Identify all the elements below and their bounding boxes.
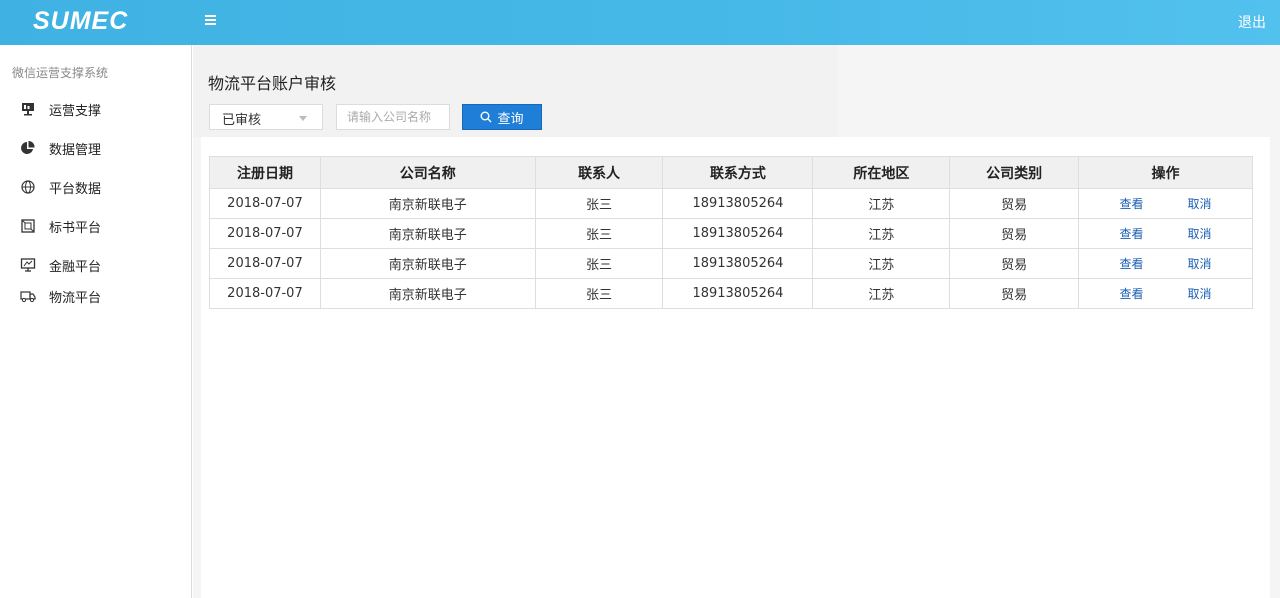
column-header: 所在地区 bbox=[812, 156, 951, 189]
sidebar-item-label: 物流平台 bbox=[49, 290, 102, 306]
column-header: 操作 bbox=[1078, 156, 1253, 189]
cell-phone: 18913805264 bbox=[662, 218, 814, 249]
cancel-link[interactable]: 取消 bbox=[1188, 255, 1212, 272]
hamburger-menu-icon[interactable] bbox=[205, 13, 217, 27]
cell-contact: 张三 bbox=[534, 218, 664, 249]
cell-region: 江苏 bbox=[812, 188, 951, 219]
sidebar-item-label: 平台数据 bbox=[49, 181, 102, 197]
view-link[interactable]: 查看 bbox=[1120, 285, 1144, 302]
table-header-row: 注册日期 公司名称 联系人 联系方式 所在地区 公司类别 操作 bbox=[209, 156, 1253, 189]
cell-actions: 查看 取消 bbox=[1078, 218, 1253, 249]
column-header: 联系方式 bbox=[662, 156, 814, 189]
cell-category: 贸易 bbox=[949, 278, 1080, 309]
cell-contact: 张三 bbox=[534, 278, 664, 309]
cell-contact: 张三 bbox=[534, 188, 664, 219]
table-row: 2018-07-07 南京新联电子 张三 18913805264 江苏 贸易 查… bbox=[209, 218, 1253, 249]
table-row: 2018-07-07 南京新联电子 张三 18913805264 江苏 贸易 查… bbox=[209, 188, 1253, 219]
query-button-label: 查询 bbox=[497, 111, 524, 127]
cell-region: 江苏 bbox=[812, 278, 951, 309]
logout-button[interactable]: 退出 bbox=[1238, 12, 1266, 32]
cell-region: 江苏 bbox=[812, 248, 951, 279]
sumec-logo: SUMEC bbox=[33, 7, 129, 35]
cell-company: 南京新联电子 bbox=[319, 248, 536, 279]
frame-icon bbox=[20, 218, 36, 234]
sidebar-item-logistics-platform[interactable]: 物流平台 bbox=[20, 286, 101, 306]
sidebar-item-tender-platform[interactable]: 标书平台 bbox=[20, 216, 101, 236]
table-row: 2018-07-07 南京新联电子 张三 18913805264 江苏 贸易 查… bbox=[209, 248, 1253, 279]
pie-chart-icon bbox=[20, 140, 36, 156]
sidebar-item-label: 运营支撑 bbox=[49, 103, 102, 119]
cell-phone: 18913805264 bbox=[662, 188, 814, 219]
cell-region: 江苏 bbox=[812, 218, 951, 249]
view-link[interactable]: 查看 bbox=[1120, 225, 1144, 242]
company-name-input[interactable] bbox=[336, 104, 450, 130]
accounts-table: 注册日期 公司名称 联系人 联系方式 所在地区 公司类别 操作 2018-07-… bbox=[209, 156, 1253, 309]
chevron-down-icon bbox=[299, 116, 307, 121]
cell-actions: 查看 取消 bbox=[1078, 248, 1253, 279]
view-link[interactable]: 查看 bbox=[1120, 255, 1144, 272]
view-link[interactable]: 查看 bbox=[1120, 195, 1144, 212]
query-button[interactable]: 查询 bbox=[462, 104, 542, 130]
status-select[interactable]: 已审核 bbox=[209, 104, 323, 130]
cell-date: 2018-07-07 bbox=[209, 218, 321, 249]
sidebar-item-operations[interactable]: 运营支撑 bbox=[20, 99, 101, 119]
status-select-value: 已审核 bbox=[222, 113, 262, 128]
cell-contact: 张三 bbox=[534, 248, 664, 279]
column-header: 联系人 bbox=[534, 156, 664, 189]
cell-phone: 18913805264 bbox=[662, 278, 814, 309]
sidebar-item-data-management[interactable]: 数据管理 bbox=[20, 138, 101, 158]
sidebar-item-label: 数据管理 bbox=[49, 142, 102, 158]
sidebar-item-label: 标书平台 bbox=[49, 220, 102, 236]
cell-category: 贸易 bbox=[949, 248, 1080, 279]
cell-date: 2018-07-07 bbox=[209, 278, 321, 309]
cell-company: 南京新联电子 bbox=[319, 188, 536, 219]
truck-icon bbox=[20, 288, 36, 304]
sidebar: 微信运营支撑系统 运营支撑 数据管理 平台数据 标书平台 金融平台 物流平台 bbox=[0, 45, 192, 598]
column-header: 公司类别 bbox=[949, 156, 1080, 189]
cell-phone: 18913805264 bbox=[662, 248, 814, 279]
column-header: 注册日期 bbox=[209, 156, 321, 189]
system-title: 微信运营支撑系统 bbox=[12, 66, 109, 80]
sidebar-item-label: 金融平台 bbox=[49, 259, 102, 275]
globe-icon bbox=[20, 179, 36, 195]
cell-category: 贸易 bbox=[949, 188, 1080, 219]
monitor-icon bbox=[20, 257, 36, 273]
cell-actions: 查看 取消 bbox=[1078, 278, 1253, 309]
cell-category: 贸易 bbox=[949, 218, 1080, 249]
cancel-link[interactable]: 取消 bbox=[1188, 225, 1212, 242]
cell-date: 2018-07-07 bbox=[209, 248, 321, 279]
table-row: 2018-07-07 南京新联电子 张三 18913805264 江苏 贸易 查… bbox=[209, 278, 1253, 309]
cell-actions: 查看 取消 bbox=[1078, 188, 1253, 219]
sidebar-item-finance-platform[interactable]: 金融平台 bbox=[20, 255, 101, 275]
presentation-board-icon bbox=[20, 101, 36, 117]
column-header: 公司名称 bbox=[319, 156, 536, 189]
cell-company: 南京新联电子 bbox=[319, 218, 536, 249]
cancel-link[interactable]: 取消 bbox=[1188, 195, 1212, 212]
cancel-link[interactable]: 取消 bbox=[1188, 285, 1212, 302]
search-icon bbox=[480, 111, 492, 123]
top-header: SUMEC 退出 bbox=[0, 0, 1280, 45]
cell-company: 南京新联电子 bbox=[319, 278, 536, 309]
sidebar-item-platform-data[interactable]: 平台数据 bbox=[20, 177, 101, 197]
page-title: 物流平台账户审核 bbox=[208, 74, 337, 93]
cell-date: 2018-07-07 bbox=[209, 188, 321, 219]
